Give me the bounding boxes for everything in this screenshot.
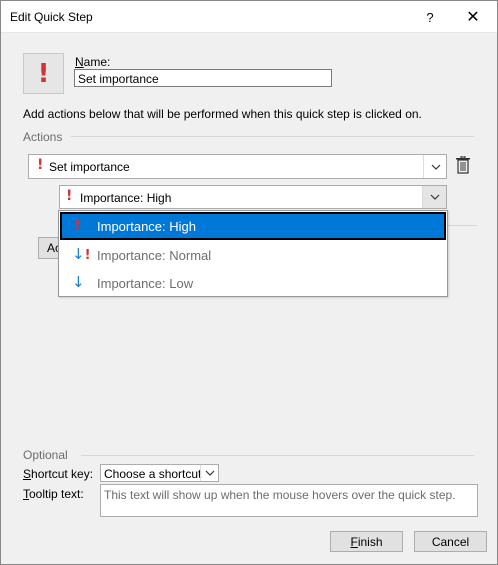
tooltip-text-label: Tooltip text: bbox=[23, 487, 84, 501]
help-button[interactable]: ? bbox=[410, 1, 450, 33]
cancel-button[interactable]: Cancel bbox=[414, 531, 487, 552]
shortcut-key-select[interactable]: Choose a shortcut bbox=[100, 464, 219, 482]
dialog-title: Edit Quick Step bbox=[10, 10, 93, 24]
dropdown-option-importance-normal[interactable]: ↓! Importance: Normal bbox=[60, 241, 446, 269]
chevron-down-icon[interactable] bbox=[422, 186, 446, 208]
finish-button[interactable]: Finish bbox=[330, 531, 403, 552]
action-type-select[interactable]: ! Set importance bbox=[28, 154, 447, 179]
dropdown-option-importance-low[interactable]: ↓ Importance: Low bbox=[60, 269, 446, 297]
optional-group-label: Optional bbox=[23, 448, 68, 462]
dropdown-option-importance-high[interactable]: ! Importance: High bbox=[60, 212, 446, 240]
name-input[interactable]: Set importance bbox=[74, 69, 332, 87]
close-button[interactable]: ✕ bbox=[453, 1, 493, 33]
exclamation-icon: ! bbox=[74, 216, 81, 234]
chevron-down-icon[interactable] bbox=[200, 465, 218, 481]
chevron-down-icon[interactable] bbox=[423, 155, 447, 178]
exclamation-icon: ! bbox=[66, 188, 73, 204]
description-text: Add actions below that will be performed… bbox=[23, 107, 422, 121]
delete-action-trash-icon[interactable] bbox=[456, 155, 474, 176]
quick-step-icon-button[interactable]: ! bbox=[23, 53, 64, 94]
shortcut-key-label: Shortcut key: bbox=[23, 467, 94, 481]
importance-select[interactable]: ! Importance: High bbox=[59, 185, 447, 209]
name-label: Name: bbox=[75, 55, 111, 69]
normal-importance-icon: ↓! bbox=[72, 245, 91, 263]
down-arrow-icon: ↓ bbox=[72, 273, 85, 291]
action-type-value: Set importance bbox=[49, 160, 130, 174]
actions-divider bbox=[71, 136, 474, 137]
tooltip-text-field[interactable]: This text will show up when the mouse ho… bbox=[100, 484, 478, 517]
importance-value: Importance: High bbox=[80, 191, 172, 205]
title-bar: Edit Quick Step ? ✕ bbox=[1, 1, 497, 33]
exclamation-icon: ! bbox=[37, 157, 44, 173]
actions-group-label: Actions bbox=[23, 130, 63, 144]
importance-dropdown-list: ! Importance: High ↓! Importance: Normal… bbox=[58, 210, 448, 297]
optional-divider bbox=[81, 455, 474, 456]
shortcut-key-value: Choose a shortcut bbox=[104, 467, 202, 481]
exclamation-icon: ! bbox=[37, 58, 50, 89]
edit-quick-step-dialog: Edit Quick Step ? ✕ ! Name: Set importan… bbox=[0, 0, 498, 565]
